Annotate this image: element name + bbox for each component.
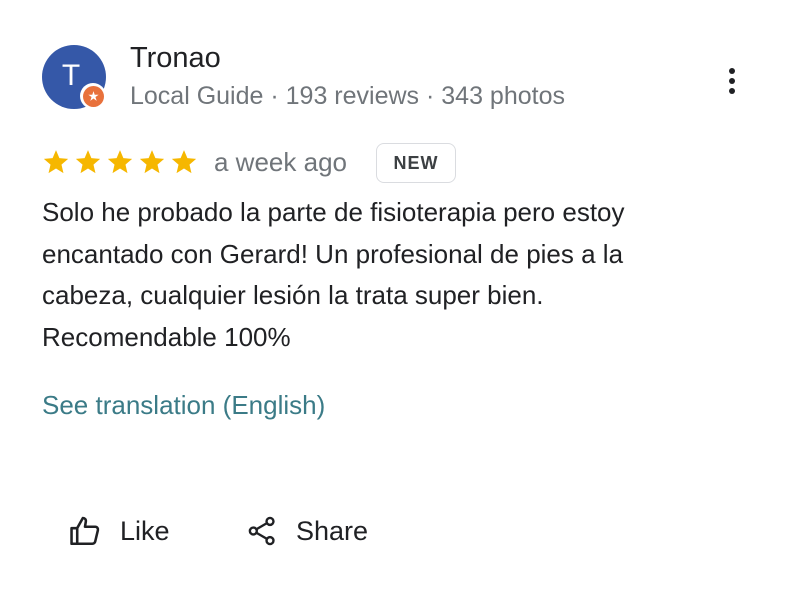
- more-vert-icon: [729, 68, 735, 74]
- share-icon: [248, 516, 275, 546]
- review-text-line: encantado con Gerard! Un profesional de …: [42, 238, 624, 269]
- review-text: Solo he probado la parte de fisioterapia…: [42, 192, 742, 358]
- more-options-button[interactable]: [718, 64, 746, 98]
- local-guide-badge: [80, 83, 106, 109]
- star-icon: [107, 150, 133, 174]
- like-button[interactable]: Like: [68, 508, 170, 554]
- more-vert-icon: [729, 78, 735, 84]
- review-card: T Tronao Local Guide · 193 reviews · 343…: [0, 0, 786, 608]
- star-icon: [75, 150, 101, 174]
- more-vert-icon: [729, 88, 735, 94]
- share-label: Share: [296, 515, 369, 546]
- review-date: a week ago: [214, 147, 347, 177]
- star-icon: [139, 150, 165, 174]
- star-icon: [43, 150, 69, 174]
- like-label: Like: [120, 515, 170, 546]
- new-badge: NEW: [376, 143, 456, 183]
- review-text-line: Solo he probado la parte de fisioterapia…: [42, 197, 625, 227]
- review-text-line: Recomendable 100%: [42, 321, 291, 352]
- local-guide-star-icon: [87, 90, 99, 101]
- review-text-line: cabeza, cualquier lesión la trata super …: [42, 280, 544, 310]
- author-meta: Local Guide · 193 reviews · 343 photos: [130, 82, 565, 110]
- star-rating: [42, 148, 198, 176]
- share-button[interactable]: Share: [246, 508, 368, 554]
- star-icon: [171, 150, 197, 174]
- author-name[interactable]: Tronao: [130, 42, 221, 75]
- thumb-up-icon: [70, 516, 100, 546]
- avatar-initial: T: [61, 59, 81, 92]
- see-translation-link[interactable]: See translation (English): [42, 390, 325, 421]
